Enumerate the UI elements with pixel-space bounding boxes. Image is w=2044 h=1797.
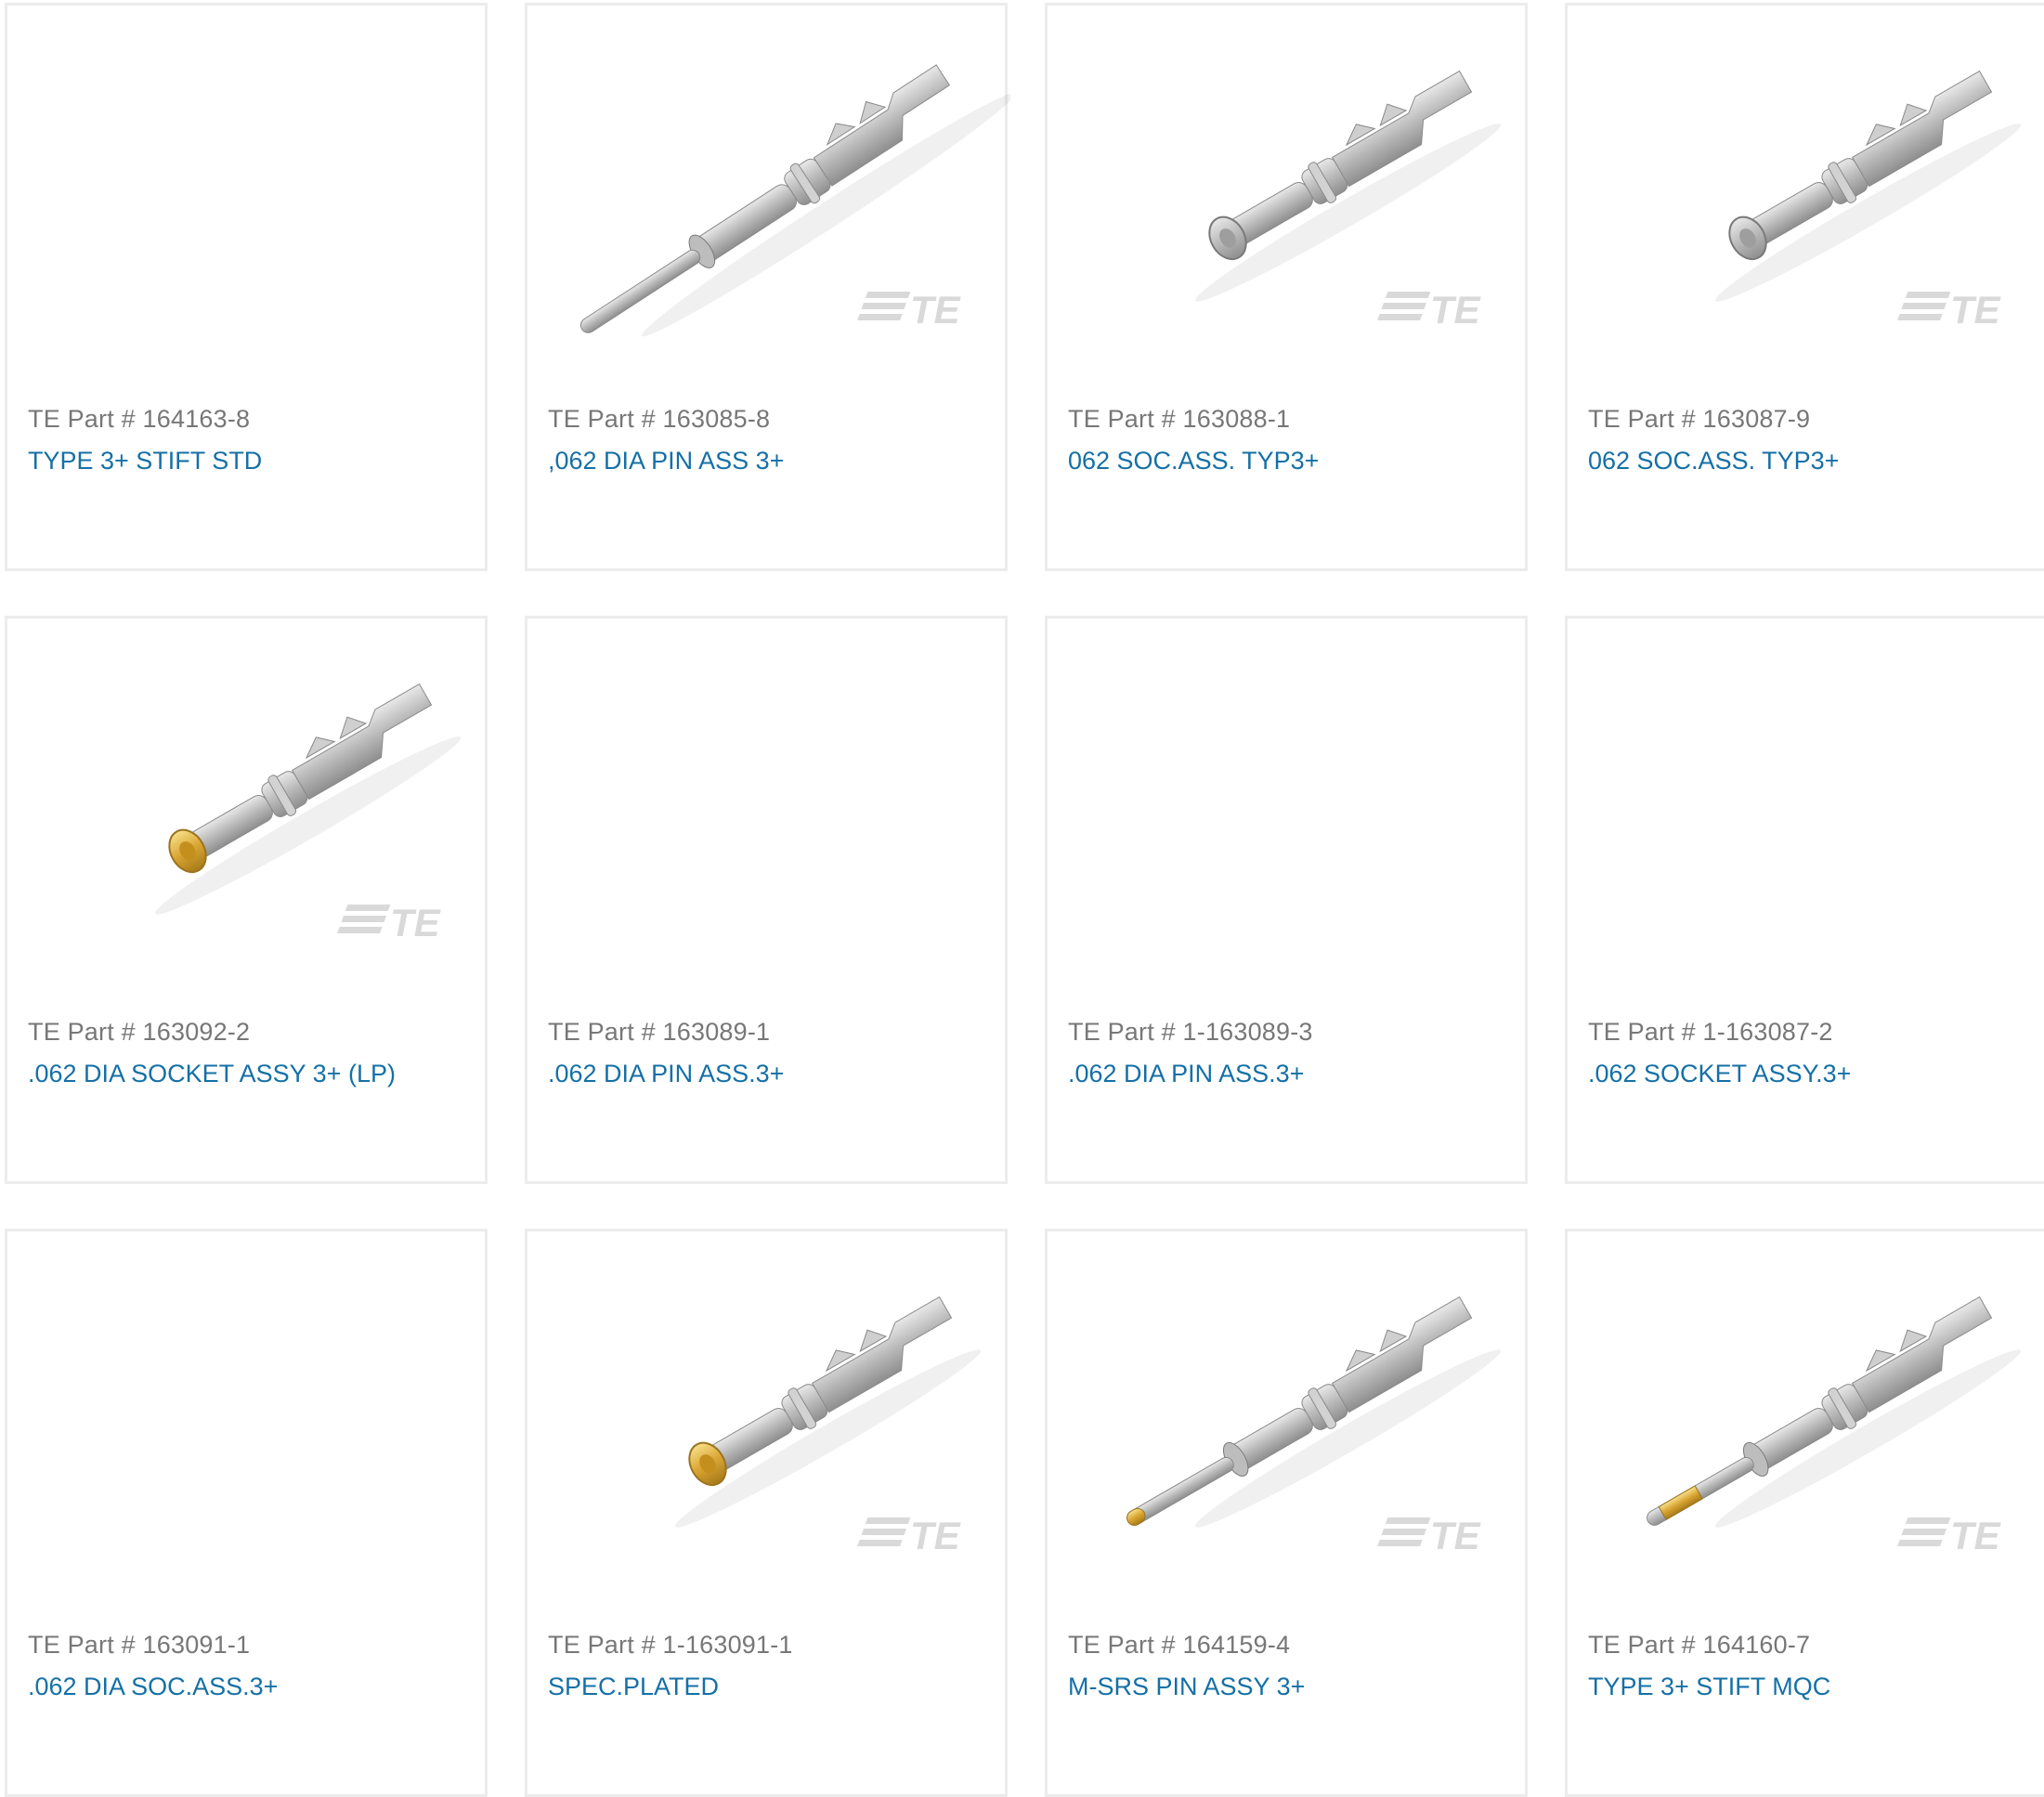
product-description-link[interactable]: TYPE 3+ STIFT MQC: [1588, 1673, 1830, 1701]
svg-text:TE: TE: [390, 901, 442, 944]
product-card[interactable]: TE TE Part # 163085-8 ,062 DIA PIN ASS 3+: [525, 3, 1010, 571]
product-card[interactable]: TE Part # 163091-1 .062 DIA SOC.ASS.3+: [5, 1229, 488, 1797]
product-description-link[interactable]: 062 SOC.ASS. TYP3+: [1588, 447, 1839, 475]
product-image-svg: TE: [154, 683, 462, 944]
product-image[interactable]: TE: [7, 619, 485, 990]
part-number: TE Part # 163091-1: [28, 1631, 251, 1659]
part-number: TE Part # 163085-8: [548, 405, 771, 433]
product-grid: TE Part # 164163-8 TYPE 3+ STIFT STD TE TE …: [0, 0, 2044, 1797]
product-image[interactable]: [7, 6, 485, 377]
svg-text:TE: TE: [1430, 1514, 1482, 1557]
part-number: TE Part # 163088-1: [1068, 405, 1291, 433]
part-number: TE Part # 164163-8: [28, 405, 251, 433]
part-number: TE Part # 1-163089-3: [1068, 1018, 1313, 1046]
product-card[interactable]: TE TE Part # 1-163091-1 SPEC.PLATED: [525, 1229, 1008, 1797]
part-number: TE Part # 1-163091-1: [548, 1631, 793, 1659]
product-card[interactable]: TE Part # 1-163087-2 .062 SOCKET ASSY.3+: [1565, 616, 2044, 1184]
product-image-svg: TE: [1194, 70, 1502, 332]
product-description-link[interactable]: 062 SOC.ASS. TYP3+: [1068, 447, 1319, 475]
part-number: TE Part # 164159-4: [1068, 1631, 1291, 1659]
product-image[interactable]: TE: [1568, 1231, 2044, 1603]
product-image-svg: TE: [1126, 1296, 1502, 1557]
terminal-illustration: [1194, 70, 1502, 302]
part-number: TE Part # 163089-1: [548, 1018, 771, 1046]
product-card[interactable]: TE TE Part # 164159-4 M-SRS PIN ASSY 3+: [1045, 1229, 1528, 1797]
terminal-illustration: [674, 1296, 982, 1528]
product-description-link[interactable]: .062 SOCKET ASSY.3+: [1588, 1060, 1851, 1088]
terminal-illustration: [1714, 70, 2022, 302]
svg-text:TE: TE: [910, 1514, 962, 1557]
product-image-svg: TE: [579, 64, 1010, 337]
svg-text:TE: TE: [910, 288, 962, 332]
part-number: TE Part # 164160-7: [1588, 1631, 1811, 1659]
part-number: TE Part # 1-163087-2: [1588, 1018, 1833, 1046]
product-description-link[interactable]: M-SRS PIN ASSY 3+: [1068, 1673, 1305, 1701]
product-image-svg: TE: [1714, 70, 2022, 332]
te-logo-watermark: TE: [337, 901, 442, 944]
product-image[interactable]: [527, 619, 1005, 990]
product-card[interactable]: TE TE Part # 163087-9 062 SOC.ASS. TYP3+: [1565, 3, 2044, 571]
product-image[interactable]: TE: [1048, 1231, 1525, 1603]
part-number: TE Part # 163087-9: [1588, 405, 1811, 433]
product-description-link[interactable]: SPEC.PLATED: [548, 1673, 719, 1701]
svg-text:TE: TE: [1430, 288, 1482, 332]
terminal-illustration: [154, 683, 462, 915]
product-card[interactable]: TE Part # 164163-8 TYPE 3+ STIFT STD: [5, 3, 488, 571]
product-image[interactable]: [1568, 619, 2044, 990]
product-card[interactable]: TE TE Part # 164160-7 TYPE 3+ STIFT MQC: [1565, 1229, 2044, 1797]
te-logo-watermark: TE: [1377, 1514, 1482, 1557]
product-description-link[interactable]: ,062 DIA PIN ASS 3+: [548, 447, 784, 475]
product-description-link[interactable]: .062 DIA PIN ASS.3+: [1068, 1060, 1304, 1088]
te-logo-watermark: TE: [857, 288, 962, 332]
product-image[interactable]: TE: [1048, 6, 1525, 377]
product-card[interactable]: TE Part # 163089-1 .062 DIA PIN ASS.3+: [525, 616, 1008, 1184]
product-card[interactable]: TE Part # 1-163089-3 .062 DIA PIN ASS.3+: [1045, 616, 1528, 1184]
product-description-link[interactable]: .062 DIA PIN ASS.3+: [548, 1060, 784, 1088]
product-image[interactable]: [7, 1231, 485, 1603]
product-image[interactable]: TE: [527, 1231, 1005, 1603]
svg-text:TE: TE: [1950, 1514, 2002, 1557]
product-description-link[interactable]: TYPE 3+ STIFT STD: [28, 447, 262, 475]
product-image[interactable]: TE: [1568, 6, 2044, 377]
product-card[interactable]: TE TE Part # 163092-2 .062 DIA SOCKET ASSY…: [5, 616, 488, 1184]
product-image[interactable]: [1048, 619, 1525, 990]
te-logo-watermark: TE: [1897, 1514, 2002, 1557]
product-description-link[interactable]: .062 DIA SOCKET ASSY 3+ (LP): [28, 1060, 396, 1088]
product-image[interactable]: TE: [527, 6, 1010, 377]
product-image-svg: TE: [1647, 1296, 2022, 1557]
te-logo-watermark: TE: [857, 1514, 962, 1557]
te-logo-watermark: TE: [1377, 288, 1482, 332]
product-description-link[interactable]: .062 DIA SOC.ASS.3+: [28, 1673, 278, 1701]
svg-text:TE: TE: [1950, 288, 2002, 332]
product-card[interactable]: TE TE Part # 163088-1 062 SOC.ASS. TYP3+: [1045, 3, 1528, 571]
part-number: TE Part # 163092-2: [28, 1018, 251, 1046]
te-logo-watermark: TE: [1897, 288, 2002, 332]
product-image-svg: TE: [674, 1296, 982, 1557]
